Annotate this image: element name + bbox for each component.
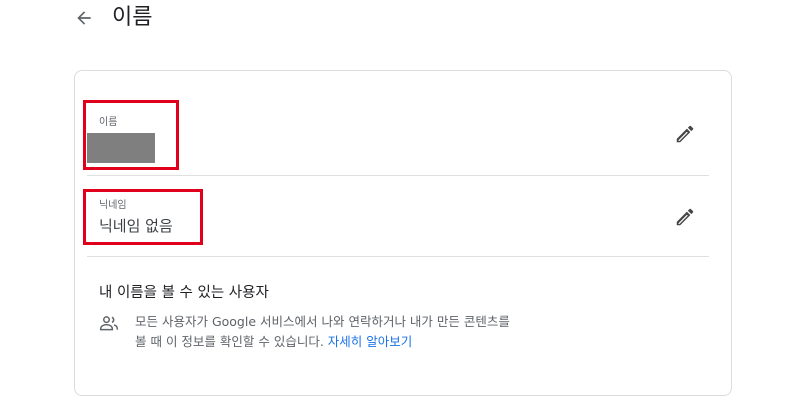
pencil-icon <box>676 208 694 226</box>
name-value-redacted <box>87 133 155 163</box>
name-settings-card: 이름 닉네임 닉네임 없음 내 이름을 볼 수 있는 사용자 모든 사용자가 G… <box>74 70 732 396</box>
edit-nickname-button[interactable] <box>673 205 697 229</box>
visibility-description-text: 모든 사용자가 Google 서비스에서 나와 연락하거나 내가 만든 콘텐츠를… <box>135 314 510 349</box>
pencil-icon <box>676 125 694 143</box>
divider <box>87 256 709 257</box>
visibility-section-title: 내 이름을 볼 수 있는 사용자 <box>99 285 269 301</box>
visibility-description: 모든 사용자가 Google 서비스에서 나와 연락하거나 내가 만든 콘텐츠를… <box>135 312 515 352</box>
nickname-value: 닉네임 없음 <box>99 217 173 235</box>
nickname-row[interactable]: 닉네임 닉네임 없음 <box>75 177 731 257</box>
page-header: 이름 <box>72 0 152 36</box>
edit-name-button[interactable] <box>673 122 697 146</box>
arrow-back-icon <box>77 11 91 25</box>
back-button[interactable] <box>72 6 96 30</box>
people-icon <box>99 316 119 331</box>
divider <box>87 175 709 176</box>
nickname-label: 닉네임 <box>99 200 127 211</box>
learn-more-link[interactable]: 자세히 알아보기 <box>328 334 412 349</box>
name-label: 이름 <box>99 117 118 128</box>
page-title: 이름 <box>112 5 153 30</box>
name-row[interactable]: 이름 <box>75 100 731 176</box>
